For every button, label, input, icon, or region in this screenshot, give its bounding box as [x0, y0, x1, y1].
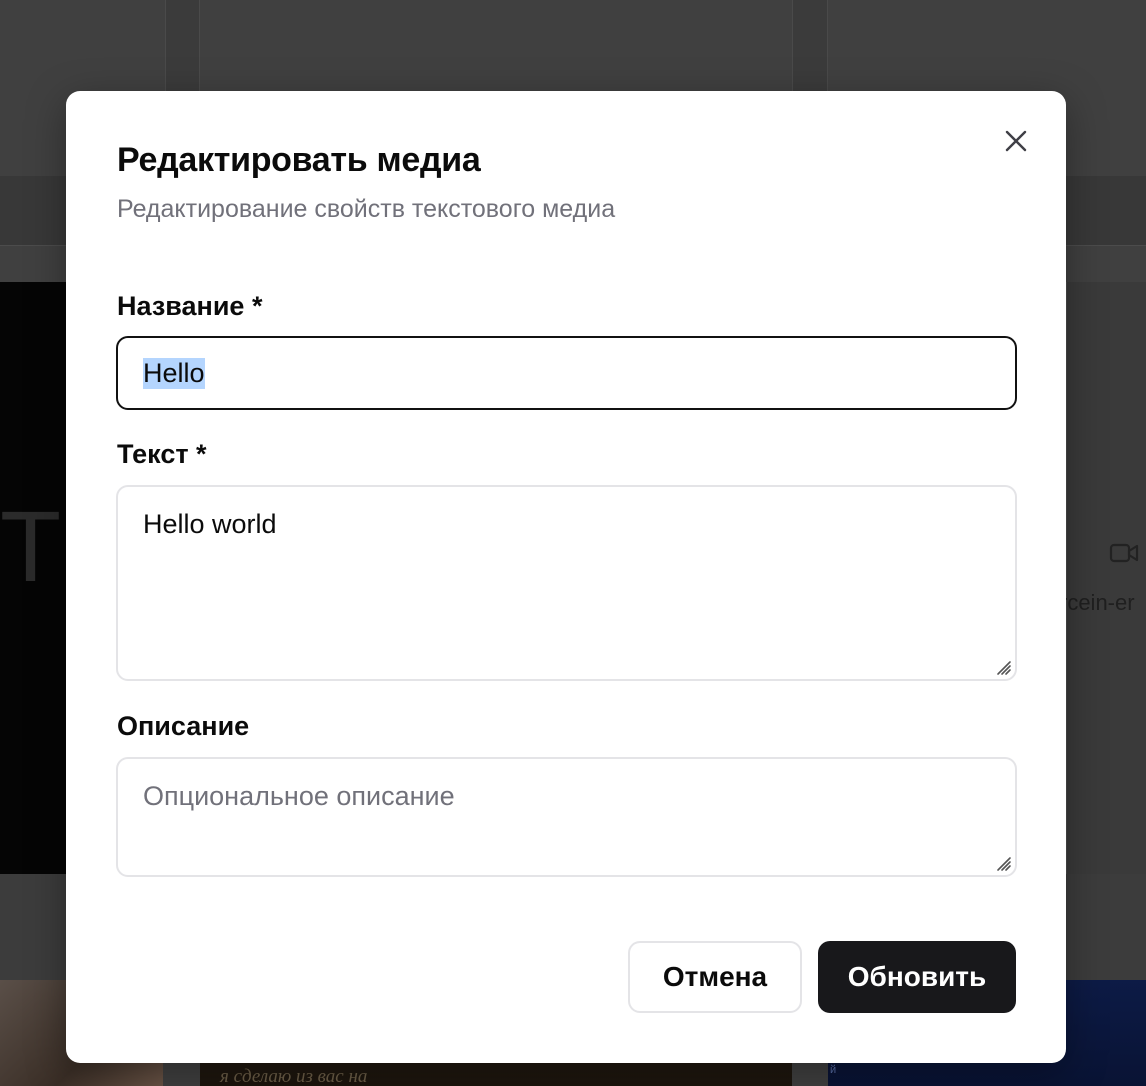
bg-card-preview-letter: T — [0, 491, 62, 603]
text-textarea[interactable]: Hello world — [116, 485, 1017, 681]
update-button[interactable]: Обновить — [818, 941, 1016, 1013]
resize-handle-icon[interactable] — [992, 656, 1012, 676]
bg-thumbnail-caption: я сделаю из вас на — [220, 1066, 368, 1086]
name-input[interactable]: Hello — [116, 336, 1017, 410]
text-label: Текст * — [117, 439, 207, 469]
dialog-subtitle: Редактирование свойств текстового медиа — [117, 195, 616, 223]
cancel-button[interactable]: Отмена — [628, 941, 802, 1013]
dialog-title: Редактировать медиа — [117, 141, 481, 179]
description-placeholder: Опциональное описание — [143, 781, 455, 811]
close-button[interactable] — [1000, 125, 1032, 157]
bg-media-filename: rcein-er — [1060, 590, 1135, 615]
description-label: Описание — [117, 711, 250, 741]
text-textarea-value: Hello world — [143, 509, 277, 539]
video-camera-icon — [1109, 543, 1139, 563]
description-textarea[interactable]: Опциональное описание — [116, 757, 1017, 877]
edit-media-dialog: Редактировать медиа Редактирование свойс… — [66, 91, 1066, 1063]
bg-thumbnail-caption: й — [830, 1064, 837, 1076]
name-label: Название * — [117, 291, 263, 321]
bg-media-card — [1066, 282, 1146, 874]
resize-handle-icon[interactable] — [992, 852, 1012, 872]
close-icon[interactable] — [1004, 129, 1028, 153]
name-input-value: Hello — [143, 357, 205, 389]
